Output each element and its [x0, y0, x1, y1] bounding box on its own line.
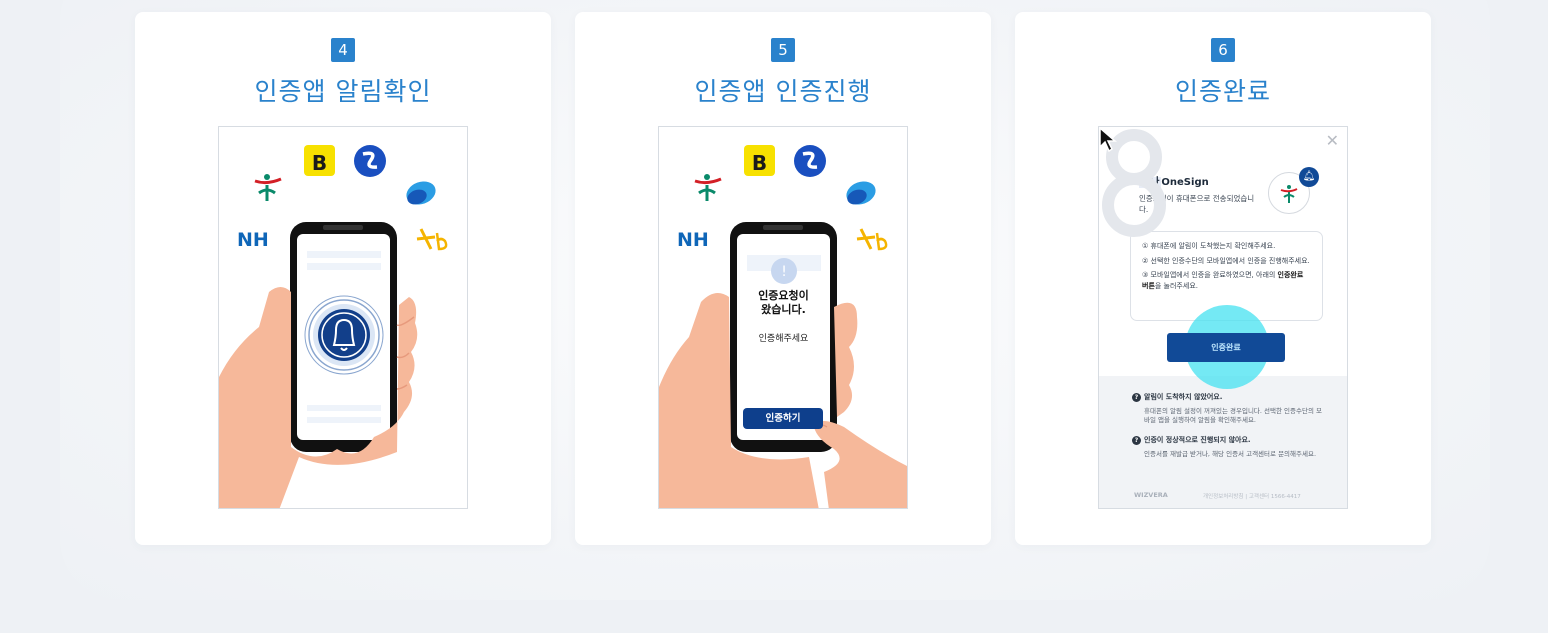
- faq-question: 인증이 정상적으로 진행되지 않아요.: [1144, 436, 1251, 444]
- auth-request-line1: 인증요청이: [758, 289, 809, 302]
- shinhan-logo-icon: [354, 145, 386, 177]
- kb-logo-icon: [416, 228, 448, 251]
- kb-logo-icon: [856, 228, 888, 251]
- wizvera-logo: WIZVERA: [1134, 491, 1168, 499]
- step-number-badge: 6: [1211, 38, 1235, 62]
- auth-request-line2: 왔습니다.: [761, 303, 806, 316]
- footer-links[interactable]: 개인정보처리방침 | 고객센터 1566-4417: [1203, 492, 1301, 500]
- faq-answer: 휴대폰의 알림 설정이 꺼져있는 경우입니다. 선택한 인증수단의 모바일 앱을…: [1144, 407, 1322, 424]
- question-icon: ?: [1132, 436, 1141, 445]
- auth-request-title: 인증요청이 왔습니다.: [737, 289, 830, 317]
- woori-logo-icon: [406, 181, 436, 205]
- auth-instruction: 인증해주세요: [758, 334, 809, 344]
- instruction-step-3: ③ 모바일앱에서 인증을 완료하였으면, 아래의 인증완료 버튼을 눌러주세요.: [1142, 270, 1311, 291]
- step-number-badge: 4: [331, 38, 355, 62]
- question-icon: ?: [1132, 393, 1141, 402]
- step-card-5: 5 인증앱 인증진행 B NH ! 인증요청이 왔습니다. 인증해주세요 인증하…: [575, 12, 991, 545]
- step-title: 인증앱 알림확인: [254, 77, 432, 106]
- step-card-4: 4 인증앱 알림확인 B NH: [135, 12, 551, 545]
- complete-button[interactable]: 인증완료: [1167, 333, 1285, 362]
- illustration-complete-dialog: ✕ 하나 OneSign 인증요청이 휴대폰으로 전송되었습니다. 🔔︎ ① 휴대…: [1098, 126, 1348, 509]
- step3-text: ③ 모바일앱에서 인증을 완료하였으면, 아래의: [1142, 271, 1278, 279]
- step-title: 인증완료: [1174, 77, 1271, 106]
- mouse-cursor-icon: [1099, 127, 1117, 153]
- illustration-authenticate: B NH ! 인증요청이 왔습니다. 인증해주세요 인증하기: [658, 126, 908, 509]
- hana-logo-icon: [694, 174, 722, 201]
- illustration-notification: B NH: [218, 126, 468, 509]
- step-title: 인증앱 인증진행: [694, 77, 872, 106]
- svg-text:B: B: [752, 151, 767, 175]
- faq-question: 알림이 도착하지 않았어요.: [1144, 393, 1223, 401]
- nh-logo: NH: [237, 229, 269, 251]
- onesign-dialog: ✕ 하나 OneSign 인증요청이 휴대폰으로 전송되었습니다. 🔔︎ ① 휴대…: [1099, 127, 1347, 508]
- faq-item-1: ? 알림이 도착하지 않았어요. 휴대폰의 알림 설정이 꺼져있는 경우입니다. …: [1132, 392, 1324, 425]
- step-number-badge: 5: [771, 38, 795, 62]
- hana-logo-icon: [254, 174, 282, 201]
- shinhan-logo-icon: [794, 145, 826, 177]
- woori-logo-icon: [846, 181, 876, 205]
- faq-answer: 인증서를 재발급 받거나, 해당 인증서 고객센터로 문의해주세요.: [1144, 450, 1317, 458]
- step-card-6: 6 인증완료 ✕ 하나 OneSign 인증요청이 휴대폰으로 전송되었습니다. …: [1015, 12, 1431, 545]
- nh-logo: NH: [677, 229, 709, 251]
- notification-bell-icon: 🔔︎: [1299, 167, 1319, 187]
- step3-text-end: 을 눌러주세요.: [1154, 281, 1198, 290]
- faq-item-2: ? 인증이 정상적으로 진행되지 않아요. 인증서를 재발급 받거나, 해당 인증…: [1132, 435, 1324, 459]
- authenticate-button[interactable]: 인증하기: [743, 408, 823, 429]
- instruction-step-1: ① 휴대폰에 알림이 도착했는지 확인해주세요.: [1142, 242, 1276, 250]
- svg-text:!: !: [781, 264, 787, 280]
- instruction-step-2: ② 선택한 인증수단의 모바일앱에서 인증을 진행해주세요.: [1142, 256, 1310, 265]
- close-icon[interactable]: ✕: [1326, 131, 1339, 150]
- svg-text:B: B: [312, 151, 327, 175]
